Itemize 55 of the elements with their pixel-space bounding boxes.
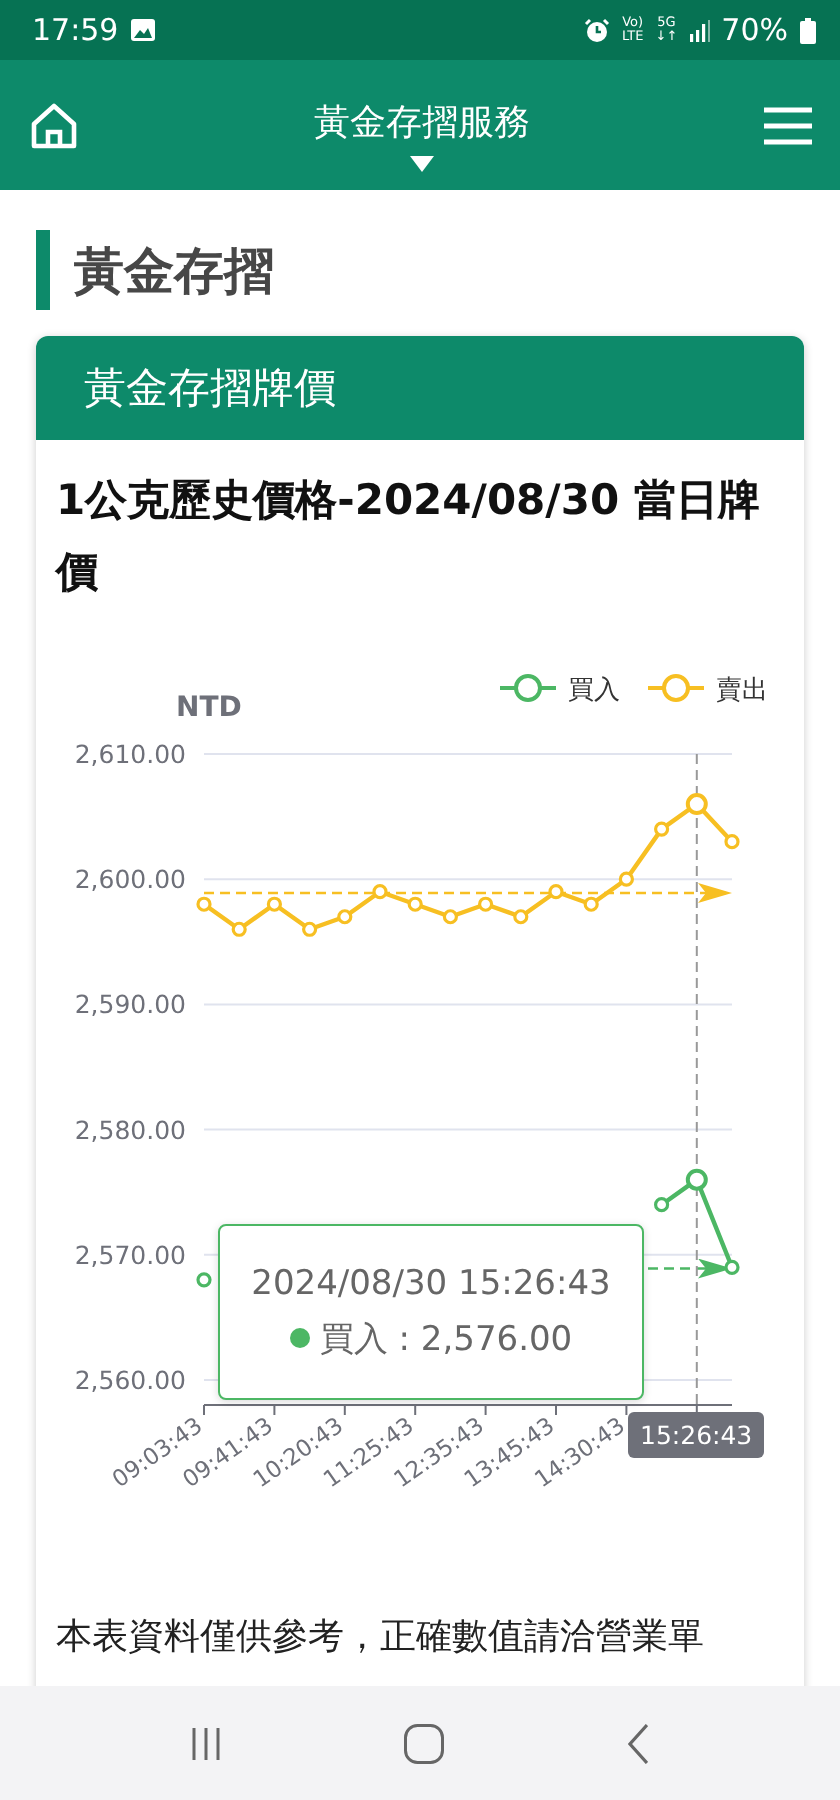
axis-label: 2,590.00 [74,989,186,1020]
data-point [372,884,388,900]
data-point [685,793,708,816]
signal-icon [689,19,710,41]
legend-label: 賣出 [716,676,768,706]
battery-percent: 70% [721,12,788,48]
alarm-icon [583,17,610,43]
axis-label: 2,580.00 [74,1114,186,1145]
data-point [654,1197,670,1213]
data-point [266,896,282,912]
axis-label: 2,560.00 [74,1364,186,1395]
data-point [724,834,740,850]
data-point [442,909,458,925]
axis-label: 2,570.00 [74,1239,186,1270]
page-title: 黃金存摺服務 [314,100,530,146]
data-point [685,1168,708,1191]
data-point [478,896,494,912]
tooltip-value: 買入 : 2,576.00 [319,1317,573,1361]
image-icon [130,18,157,42]
menu-button[interactable] [764,105,812,145]
data-point [513,909,529,925]
data-point [231,921,247,937]
axis-title: NTD [176,692,242,724]
home-button[interactable] [28,99,80,151]
data-point [548,884,564,900]
recent-apps-button[interactable] [192,1727,220,1759]
data-point [196,1272,212,1288]
card-header: 黃金存摺牌價 [36,336,804,440]
axis-label: 2,600.00 [74,864,186,895]
axis-label: 2,610.00 [74,739,186,769]
section-title: 黃金存摺 [74,239,274,303]
data-point [724,1259,740,1275]
legend-label: 買入 [568,676,620,706]
data-point [302,921,318,937]
tooltip-title: 2024/08/30 15:26:43 [251,1263,611,1303]
data-point [583,896,599,912]
legend-marker-icon [500,674,556,702]
data-point [196,896,212,912]
dropdown-caret-icon [410,156,434,172]
back-button[interactable] [628,1723,648,1763]
three-bars-icon [192,1727,220,1759]
home-nav-button[interactable] [404,1723,444,1763]
data-point [407,896,423,912]
accent-bar [36,230,50,310]
rounded-square-icon [404,1723,444,1763]
data-point [337,909,353,925]
battery-icon [800,17,816,43]
chart-title: 1公克歷史價格-2024/08/30 當日牌價 [56,474,762,600]
data-point [618,871,634,887]
disclaimer-text: 本表資料僅供參考，正確數值請洽營業單 [56,1614,706,1660]
legend-marker-icon [648,674,704,702]
clock-time: 17:59 [32,12,119,48]
axis-pointer-label: 15:26:43 [628,1412,765,1458]
chevron-left-icon [628,1723,648,1763]
data-point [654,821,670,837]
